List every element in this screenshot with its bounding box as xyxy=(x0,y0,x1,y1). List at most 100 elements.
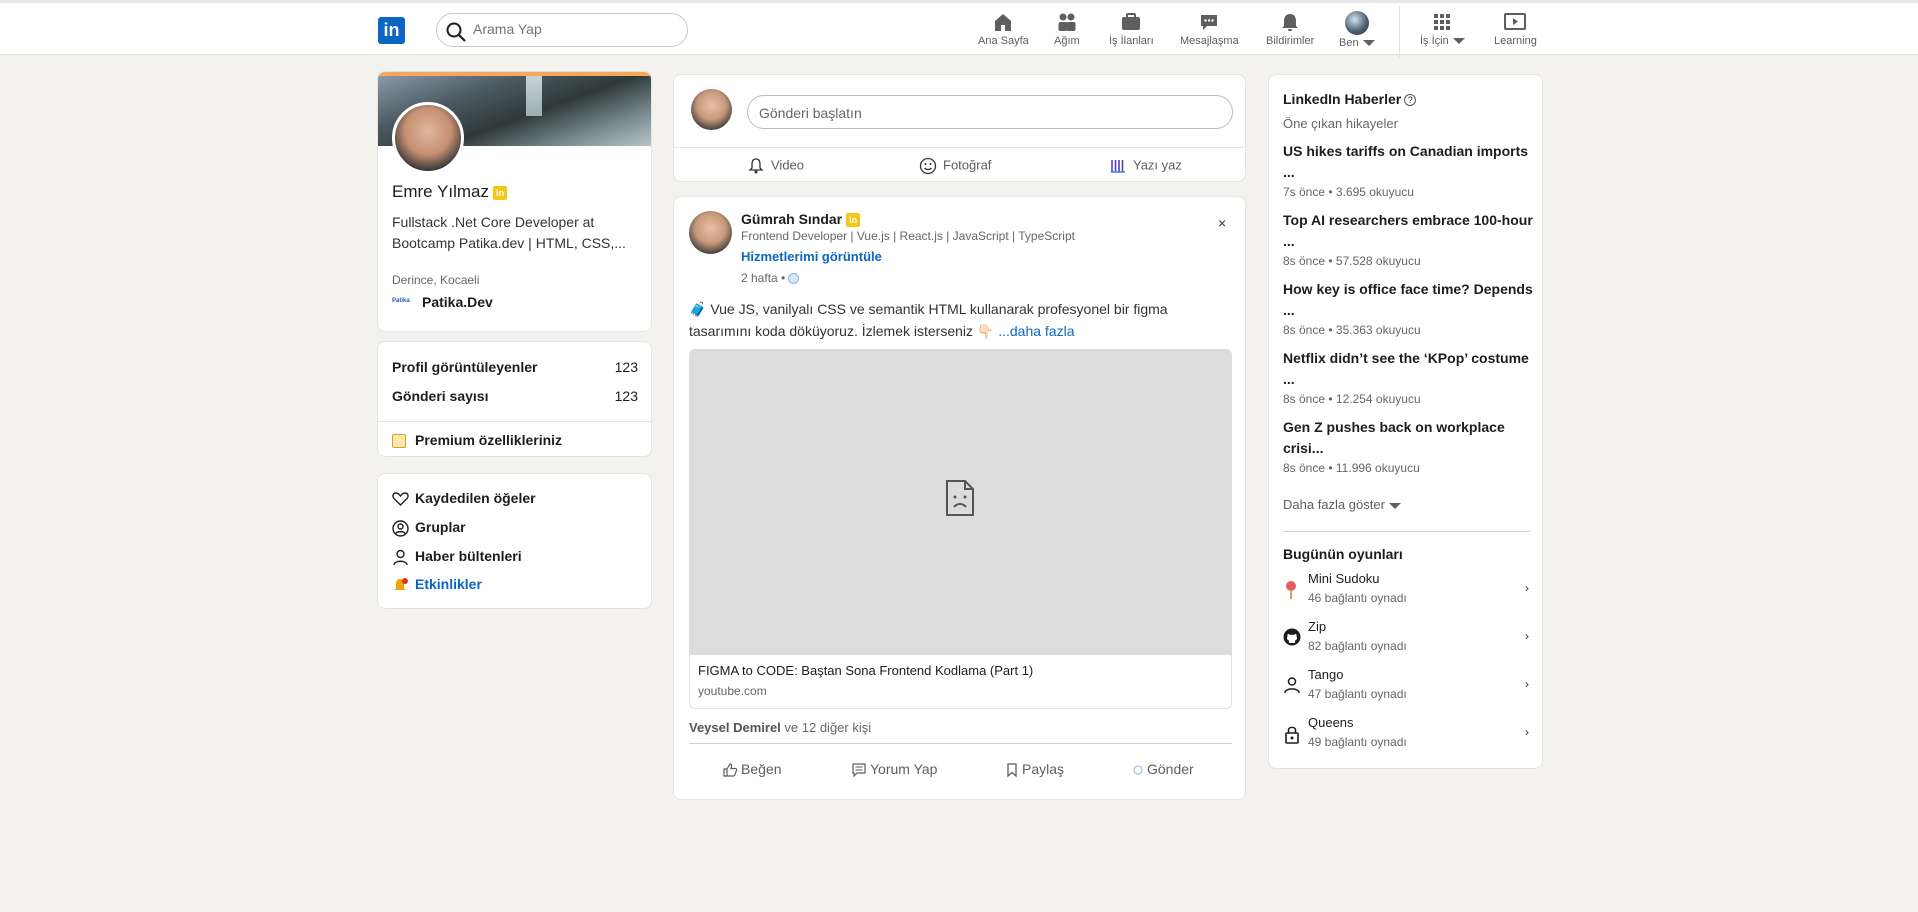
news-item[interactable]: Netflix didn’t see the ‘KPop’ costume ..… xyxy=(1283,348,1533,406)
show-more-button[interactable]: Daha fazla göster xyxy=(1283,497,1401,512)
post-author-title: Frontend Developer | Vue.js | React.js |… xyxy=(741,229,1075,243)
bell-icon xyxy=(394,577,408,590)
nav-learning-label: Learning xyxy=(1494,35,1537,47)
video-button[interactable]: Video xyxy=(747,157,804,175)
nav-jobs[interactable]: İş İlanları xyxy=(1109,11,1154,47)
avatar[interactable] xyxy=(691,89,732,130)
search-input[interactable] xyxy=(473,21,673,37)
close-icon[interactable]: × xyxy=(1218,215,1226,231)
news-item[interactable]: Gen Z pushes back on workplace crisi... … xyxy=(1283,417,1533,475)
pin-icon xyxy=(1286,581,1296,599)
share-button[interactable]: Paylaş xyxy=(1005,761,1064,778)
nav-home[interactable]: Ana Sayfa xyxy=(978,11,1029,47)
profile-headline: Fullstack .Net Core Developer at Bootcam… xyxy=(392,214,626,251)
compose-card: Gönderi başlatın Video Fotoğraf Yazı yaz xyxy=(673,74,1247,182)
nav-messaging[interactable]: Mesajlaşma xyxy=(1180,11,1239,47)
nav-notifications[interactable]: Bildirimler xyxy=(1266,11,1314,47)
events-link[interactable]: Etkinlikler xyxy=(392,576,482,594)
chevron-right-icon: › xyxy=(1525,725,1529,739)
nav-home-label: Ana Sayfa xyxy=(978,35,1029,47)
view-services-link[interactable]: Hizmetlerimi görüntüle xyxy=(741,249,882,264)
newsletters-link[interactable]: Haber bültenleri xyxy=(392,548,522,566)
company-logo: Patika xyxy=(392,298,410,305)
profile-card: Emre Yılmaz in Fullstack .Net Core Develo… xyxy=(377,71,652,332)
write-article-button[interactable]: Yazı yaz xyxy=(1109,157,1182,175)
news-item[interactable]: US hikes tariffs on Canadian imports ...… xyxy=(1283,141,1533,199)
help-icon[interactable]: ? xyxy=(1404,94,1417,107)
profile-avatar[interactable] xyxy=(392,102,464,174)
divider xyxy=(1283,531,1530,532)
game-item-tango[interactable]: Tango 47 bağlantı oynadı › xyxy=(1283,667,1533,707)
link-preview-domain: youtube.com xyxy=(698,684,767,698)
smile-icon xyxy=(919,157,937,175)
post-link-preview[interactable]: FIGMA to CODE: Baştan Sona Frontend Kodl… xyxy=(689,655,1232,709)
game-item-mini-sudoku[interactable]: Mini Sudoku 46 bağlantı oynadı › xyxy=(1283,571,1533,611)
learning-icon xyxy=(1504,13,1527,30)
group-icon xyxy=(392,520,409,537)
profile-company[interactable]: Patika Patika.Dev xyxy=(392,294,493,310)
broken-image-icon xyxy=(946,480,974,516)
nav-network-label: Ağım xyxy=(1054,35,1080,47)
feed-post: Gümrah Sındar in Frontend Developer | Vue… xyxy=(673,196,1246,800)
search-box[interactable] xyxy=(436,13,688,47)
nav-me[interactable]: Ben xyxy=(1339,11,1375,49)
top-navbar: in Ana Sayfa Ağım İş İlanları Mesajlaşma… xyxy=(0,3,1918,58)
video-icon xyxy=(748,158,764,174)
chevron-down-icon xyxy=(1388,502,1401,509)
search-icon xyxy=(446,22,466,42)
linkedin-logo[interactable]: in xyxy=(378,17,405,44)
divider xyxy=(674,147,1247,148)
divider xyxy=(378,421,653,422)
nav-divider xyxy=(1399,6,1400,58)
start-post-input[interactable]: Gönderi başlatın xyxy=(747,95,1233,129)
profile-stats-card: Profil görüntüleyenler 123 Gönderi sayısı… xyxy=(377,341,653,457)
github-icon xyxy=(1283,628,1301,646)
divider xyxy=(689,743,1232,744)
send-button[interactable]: Gönder xyxy=(1132,761,1194,777)
post-video-thumbnail[interactable] xyxy=(689,349,1232,655)
game-item-queens[interactable]: Queens 49 bağlantı oynadı › xyxy=(1283,715,1533,755)
heart-icon xyxy=(392,492,409,507)
see-more-link[interactable]: ...daha fazla xyxy=(998,323,1074,339)
photo-button[interactable]: Fotoğraf xyxy=(919,157,991,175)
nav-notifications-label: Bildirimler xyxy=(1266,35,1315,47)
shortcuts-card: Kaydedilen öğeler Gruplar Haber bültenle… xyxy=(377,473,652,609)
stat-profile-viewers[interactable]: Profil görüntüleyenler 123 xyxy=(392,359,638,375)
post-body: 🧳 Vue JS, vanilyalı CSS ve semantik HTML… xyxy=(689,301,1168,339)
post-author-name[interactable]: Gümrah Sındar in xyxy=(741,211,861,228)
post-author-avatar[interactable] xyxy=(689,211,732,254)
profile-location: Derince, Kocaeli xyxy=(392,273,480,287)
news-card: LinkedIn Haberler? Öne çıkan hikayeler U… xyxy=(1268,74,1543,769)
nav-business[interactable]: İş İçin xyxy=(1420,11,1465,47)
nav-network[interactable]: Ağım xyxy=(1054,11,1080,47)
chevron-down-icon xyxy=(1452,38,1465,45)
premium-badge-icon: in xyxy=(493,185,507,200)
link-preview-title: FIGMA to CODE: Baştan Sona Frontend Kodl… xyxy=(698,663,1034,678)
home-icon xyxy=(995,14,1012,31)
premium-features-link[interactable]: Premium özellikleriniz xyxy=(392,432,562,449)
nav-me-label: Ben xyxy=(1339,37,1359,49)
news-item[interactable]: How key is office face time? Depends ...… xyxy=(1283,279,1533,337)
news-item[interactable]: Top AI researchers embrace 100-hour ... … xyxy=(1283,210,1533,268)
person-icon xyxy=(393,549,408,566)
reactions-summary[interactable]: Veysel Demirel ve 12 diğer kişi xyxy=(689,720,871,735)
network-icon xyxy=(1058,13,1076,31)
article-icon xyxy=(1111,160,1125,173)
profile-name[interactable]: Emre Yılmaz in xyxy=(392,182,507,202)
news-subtitle: Öne çıkan hikayeler xyxy=(1283,116,1398,131)
game-item-zip[interactable]: Zip 82 bağlantı oynadı › xyxy=(1283,619,1533,659)
like-button[interactable]: Beğen xyxy=(722,761,781,778)
stat-post-count[interactable]: Gönderi sayısı 123 xyxy=(392,388,638,404)
saved-items-link[interactable]: Kaydedilen öğeler xyxy=(392,490,536,507)
thumbs-up-icon xyxy=(723,763,738,777)
post-timestamp: 2 hafta • xyxy=(741,271,800,285)
nav-jobs-label: İş İlanları xyxy=(1109,35,1154,47)
nav-learning[interactable]: Learning xyxy=(1494,11,1537,47)
bookmark-icon xyxy=(1007,763,1017,778)
groups-link[interactable]: Gruplar xyxy=(392,519,466,537)
comment-button[interactable]: Yorum Yap xyxy=(851,761,937,778)
avatar xyxy=(1344,11,1369,35)
briefcase-icon xyxy=(1122,13,1141,30)
chevron-right-icon: › xyxy=(1525,581,1529,595)
person-icon xyxy=(1284,677,1300,694)
